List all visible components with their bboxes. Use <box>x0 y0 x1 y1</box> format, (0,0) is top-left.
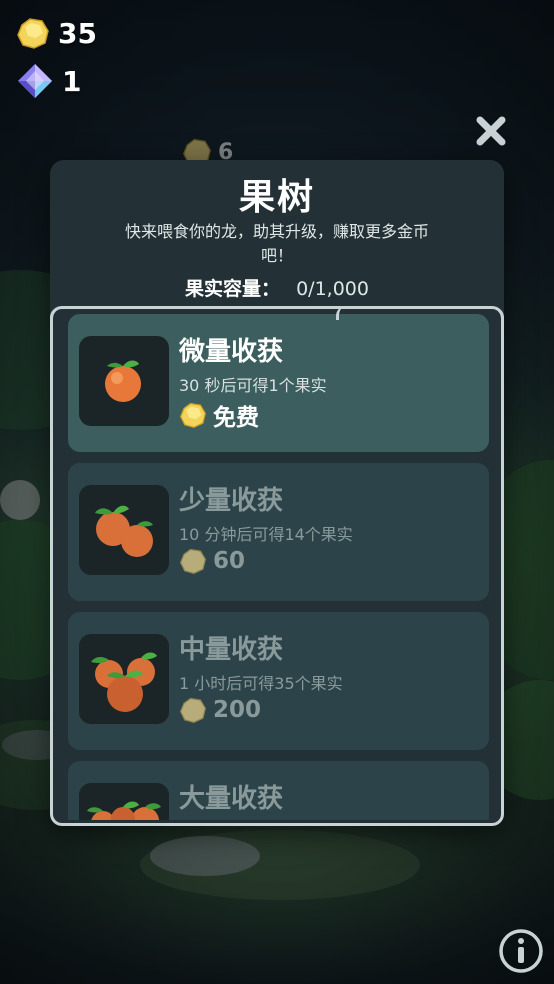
frame-edge <box>50 306 340 318</box>
gold-nugget-icon <box>17 18 49 49</box>
close-icon[interactable] <box>472 112 510 150</box>
fruit-capacity: 果实容量： 0/1,000 <box>0 274 554 301</box>
capacity-label: 果实容量： <box>185 278 281 300</box>
gold-count: 35 <box>58 16 97 50</box>
gem-counter: 1 <box>16 62 81 100</box>
panel-title: 果树 <box>238 177 315 218</box>
frame-edge <box>336 306 504 318</box>
info-icon[interactable] <box>498 928 544 974</box>
frame-notch <box>336 306 348 320</box>
panel-description: 快来喂食你的龙，助其升级，赚取更多金币吧！ <box>124 222 429 265</box>
capacity-value: 0/1,000 <box>296 278 369 300</box>
gem-icon <box>18 64 52 98</box>
gem-count: 1 <box>62 64 82 98</box>
gold-counter: 35 <box>16 16 97 50</box>
harvest-list-frame <box>50 306 504 826</box>
